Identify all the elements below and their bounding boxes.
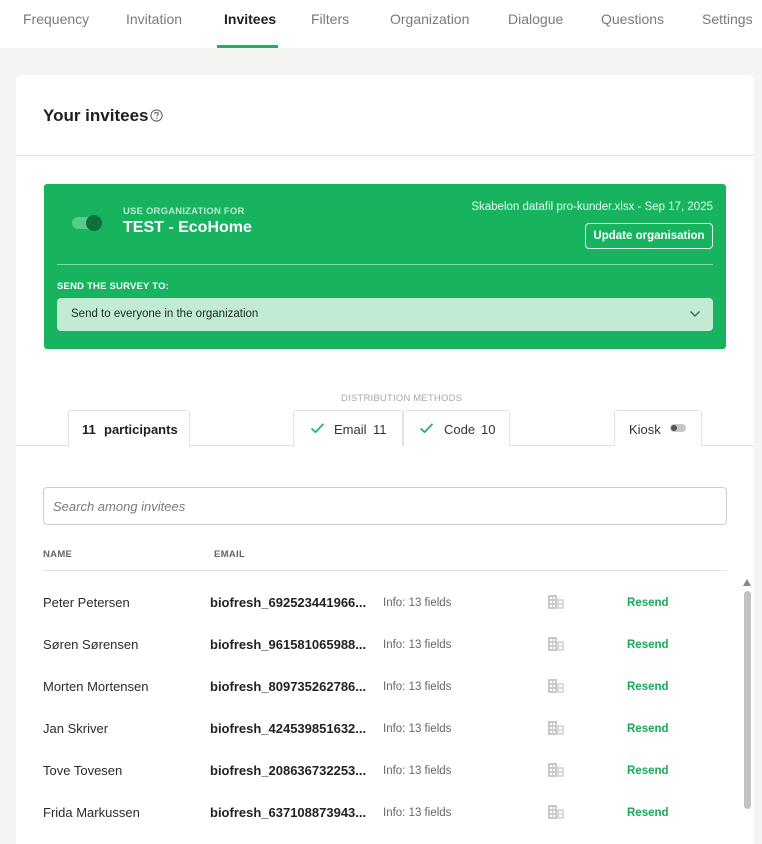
- building-icon[interactable]: [547, 592, 565, 610]
- kiosk-method-tab[interactable]: Kiosk: [614, 410, 702, 446]
- organization-file: Skabelon datafil pro-kunder.xlsx - Sep 1…: [471, 201, 713, 213]
- column-header-email: EMAIL: [214, 549, 246, 560]
- table-row: Peter Petersen biofresh_692523441966... …: [16, 595, 754, 637]
- send-survey-label: SEND THE SURVEY TO:: [57, 281, 170, 292]
- building-icon[interactable]: [547, 760, 565, 778]
- tab-questions[interactable]: Questions: [601, 11, 664, 27]
- resend-link[interactable]: Resend: [627, 639, 669, 651]
- invitee-info[interactable]: Info: 13 fields: [383, 723, 451, 735]
- table-row: Morten Mortensen biofresh_809735262786..…: [16, 679, 754, 721]
- organization-panel: USE ORGANIZATION FOR TEST - EcoHome Skab…: [44, 184, 726, 349]
- invitee-email: biofresh_961581065988...: [210, 637, 367, 652]
- check-icon: [419, 423, 434, 434]
- send-survey-value: Send to everyone in the organization: [71, 308, 259, 320]
- toggle-knob: [86, 215, 102, 231]
- invitee-email: biofresh_637108873943...: [210, 805, 367, 820]
- building-icon[interactable]: [547, 676, 565, 694]
- invitee-info[interactable]: Info: 13 fields: [383, 597, 451, 609]
- divider: [43, 570, 727, 571]
- participants-label: participants: [104, 422, 178, 437]
- participants-tab[interactable]: 11 participants: [68, 410, 190, 447]
- tab-filters[interactable]: Filters: [311, 11, 349, 27]
- table-row: Jan Skriver biofresh_424539851632... Inf…: [16, 721, 754, 763]
- question-circle-icon[interactable]: [150, 109, 163, 122]
- resend-link[interactable]: Resend: [627, 597, 669, 609]
- invitee-info[interactable]: Info: 13 fields: [383, 639, 451, 651]
- tab-dialogue[interactable]: Dialogue: [508, 11, 563, 27]
- invitee-name: Tove Tovesen: [43, 763, 123, 778]
- send-survey-select[interactable]: Send to everyone in the organization: [57, 298, 713, 331]
- kiosk-toggle[interactable]: [670, 424, 686, 432]
- kiosk-label: Kiosk: [629, 422, 661, 437]
- invitee-name: Peter Petersen: [43, 595, 130, 610]
- invitee-name: Frida Markussen: [43, 805, 140, 820]
- use-organization-toggle[interactable]: [72, 215, 102, 231]
- scrollbar-thumb[interactable]: [744, 591, 751, 809]
- tab-frequency[interactable]: Frequency: [23, 11, 89, 27]
- check-icon: [310, 423, 325, 434]
- tab-invitation[interactable]: Invitation: [126, 11, 182, 27]
- divider: [57, 264, 713, 265]
- invitee-name: Søren Sørensen: [43, 637, 139, 652]
- tab-settings[interactable]: Settings: [702, 11, 753, 27]
- invitee-email: biofresh_208636732253...: [210, 763, 367, 778]
- page-title: Your invitees: [43, 106, 149, 125]
- invitee-email: biofresh_809735262786...: [210, 679, 367, 694]
- table-row: Tove Tovesen biofresh_208636732253... In…: [16, 763, 754, 805]
- building-icon[interactable]: [547, 802, 565, 820]
- resend-link[interactable]: Resend: [627, 681, 669, 693]
- use-organization-label: USE ORGANIZATION FOR: [123, 206, 245, 217]
- building-icon[interactable]: [547, 718, 565, 736]
- email-method-tab[interactable]: Email 11: [293, 410, 403, 446]
- tab-organization[interactable]: Organization: [390, 11, 469, 27]
- invitee-info[interactable]: Info: 13 fields: [383, 681, 451, 693]
- invitee-name: Morten Mortensen: [43, 679, 149, 694]
- column-header-name: NAME: [43, 549, 73, 560]
- email-method-count: 11: [373, 422, 387, 437]
- invitee-email: biofresh_692523441966...: [210, 595, 367, 610]
- chevron-down-icon: [690, 311, 700, 317]
- building-icon[interactable]: [547, 634, 565, 652]
- resend-link[interactable]: Resend: [627, 807, 669, 819]
- update-organisation-button[interactable]: Update organisation: [585, 223, 713, 249]
- resend-link[interactable]: Resend: [627, 723, 669, 735]
- invitee-name: Jan Skriver: [43, 721, 109, 736]
- distribution-methods-label: DISTRIBUTION METHODS: [341, 393, 463, 404]
- tab-invitees[interactable]: Invitees: [224, 11, 276, 27]
- divider: [16, 155, 754, 156]
- participants-count: 11: [82, 422, 96, 437]
- resend-link[interactable]: Resend: [627, 765, 669, 777]
- organization-name: TEST - EcoHome: [123, 219, 252, 236]
- invitees-card: Your invitees USE ORGANIZATION FOR TEST …: [16, 75, 754, 844]
- code-method-tab[interactable]: Code 10: [403, 410, 510, 446]
- search-input[interactable]: [43, 487, 727, 525]
- invitee-info[interactable]: Info: 13 fields: [383, 765, 451, 777]
- invitee-email: biofresh_424539851632...: [210, 721, 367, 736]
- table-row: Frida Markussen biofresh_637108873943...…: [16, 805, 754, 844]
- scroll-up-arrow[interactable]: [743, 579, 751, 586]
- invitee-info[interactable]: Info: 13 fields: [383, 807, 451, 819]
- active-tab-indicator: [217, 45, 278, 48]
- table-row: Søren Sørensen biofresh_961581065988... …: [16, 637, 754, 679]
- email-method-label: Email: [334, 422, 367, 437]
- top-tab-bar: Frequency Invitation Invitees Filters Or…: [0, 0, 762, 48]
- code-method-count: 10: [481, 422, 496, 437]
- code-method-label: Code: [444, 422, 476, 437]
